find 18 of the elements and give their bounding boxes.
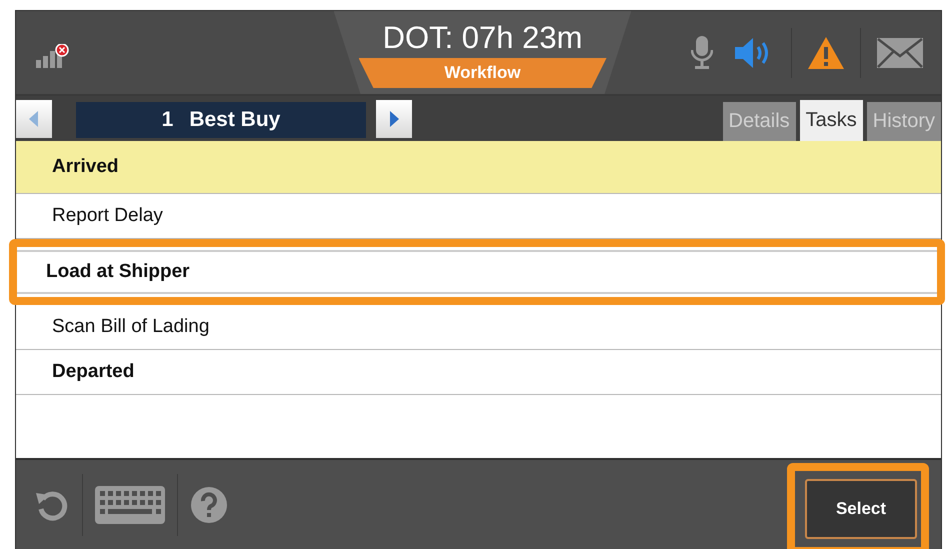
task-row[interactable]: Scan Bill of Lading [16,305,941,350]
stop-number: 1 [162,108,174,132]
previous-button[interactable] [16,100,52,138]
next-button[interactable] [376,100,412,138]
timer-text: DOT: 07h 23m [382,19,582,57]
task-row[interactable]: Departed [16,350,941,395]
mail-icon [877,38,924,68]
task-row[interactable]: Arrived [16,141,941,194]
help-icon [190,486,228,524]
task-row[interactable]: Load at Shipper [17,250,937,294]
stop-field[interactable]: 1 Best Buy [76,102,366,138]
select-button[interactable]: Select [805,478,917,538]
keyboard-icon [95,486,165,524]
task-row[interactable]: Report Delay [16,194,941,239]
stop-name: Best Buy [189,108,280,132]
right-arrow-icon [389,111,399,127]
tab[interactable]: Tasks [800,100,863,141]
left-arrow-icon [29,111,39,127]
